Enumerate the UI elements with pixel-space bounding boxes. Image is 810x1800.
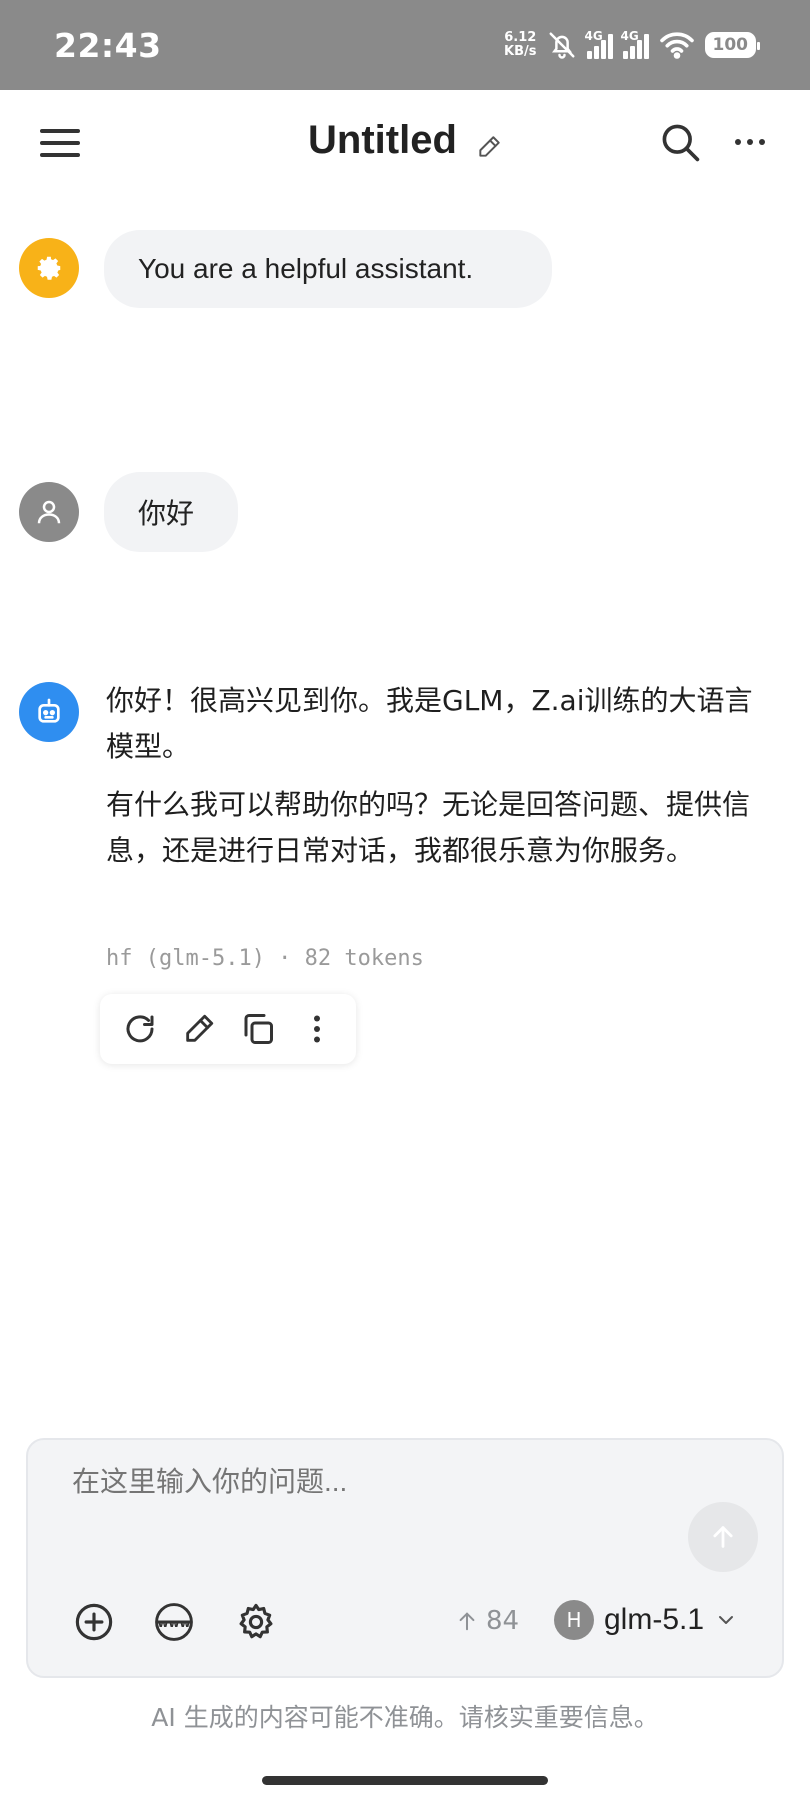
status-icons: 6.12 KB/s 4G 4G 100 (504, 29, 760, 60)
signal-sim2-icon: 4G (620, 29, 649, 59)
user-message-bubble: 你好 (104, 472, 238, 552)
model-badge: H (554, 1600, 594, 1640)
net-speed-unit: KB/s (504, 44, 537, 59)
net-speed: 6.12 KB/s (504, 31, 536, 59)
robot-icon (38, 698, 60, 723)
system-message-text: You are a helpful assistant. (138, 253, 474, 284)
message-actions (100, 994, 356, 1064)
signal-sim1-icon: 4G (584, 29, 613, 59)
system-avatar (19, 238, 79, 298)
send-button[interactable] (688, 1502, 758, 1572)
message-input[interactable] (72, 1466, 632, 1498)
sim2-label: 4G (620, 29, 639, 43)
bell-off-icon (549, 32, 574, 59)
top-bar: Untitled (0, 90, 810, 198)
pencil-icon[interactable] (476, 134, 502, 164)
status-bar: 22:43 6.12 KB/s 4G 4G 100 (0, 0, 810, 90)
page-title[interactable]: Untitled (308, 118, 457, 162)
arrow-up-icon (459, 1612, 475, 1631)
gear-icon (37, 256, 61, 280)
model-name: glm-5.1 (604, 1603, 705, 1636)
status-time: 22:43 (54, 25, 162, 65)
search-icon[interactable] (658, 120, 702, 164)
composer: www 84 H glm-5.1 (26, 1438, 784, 1678)
message-meta: hf (glm-5.1) · 82 tokens (106, 946, 424, 971)
user-avatar (19, 482, 79, 542)
copy-icon[interactable] (238, 1009, 278, 1049)
assistant-avatar (19, 682, 79, 742)
token-count: 84 (456, 1606, 519, 1636)
chevron-down-icon (719, 1616, 734, 1624)
user-message-text: 你好 (138, 498, 195, 529)
web-search-icon[interactable]: www (152, 1600, 196, 1644)
user-icon (37, 500, 61, 524)
more-options-icon[interactable] (728, 120, 772, 164)
model-selector[interactable]: H glm-5.1 (554, 1600, 738, 1640)
system-message-bubble: You are a helpful assistant. (104, 230, 552, 308)
home-indicator[interactable] (262, 1776, 548, 1785)
settings-icon[interactable] (234, 1600, 278, 1644)
svg-text:www: www (158, 1616, 191, 1630)
edit-icon[interactable] (179, 1009, 219, 1049)
wifi-icon (659, 32, 694, 59)
add-icon[interactable] (72, 1600, 116, 1644)
net-speed-value: 6.12 (504, 30, 537, 45)
arrow-up-icon (713, 1526, 733, 1548)
assistant-message: 你好！很高兴见到你。我是GLM，Z.ai训练的大语言模型。 有什么我可以帮助你的… (106, 678, 766, 886)
token-count-value: 84 (486, 1606, 520, 1636)
battery-indicator: 100 (704, 32, 760, 58)
assistant-paragraph: 有什么我可以帮助你的吗？无论是回答问题、提供信息，还是进行日常对话，我都很乐意为… (106, 788, 751, 867)
regenerate-icon[interactable] (120, 1009, 160, 1049)
disclaimer: AI 生成的内容可能不准确。请核实重要信息。 (151, 1703, 659, 1732)
more-vertical-icon[interactable] (297, 1009, 337, 1049)
sim1-label: 4G (584, 29, 603, 43)
assistant-paragraph: 你好！很高兴见到你。我是GLM，Z.ai训练的大语言模型。 (106, 684, 753, 763)
